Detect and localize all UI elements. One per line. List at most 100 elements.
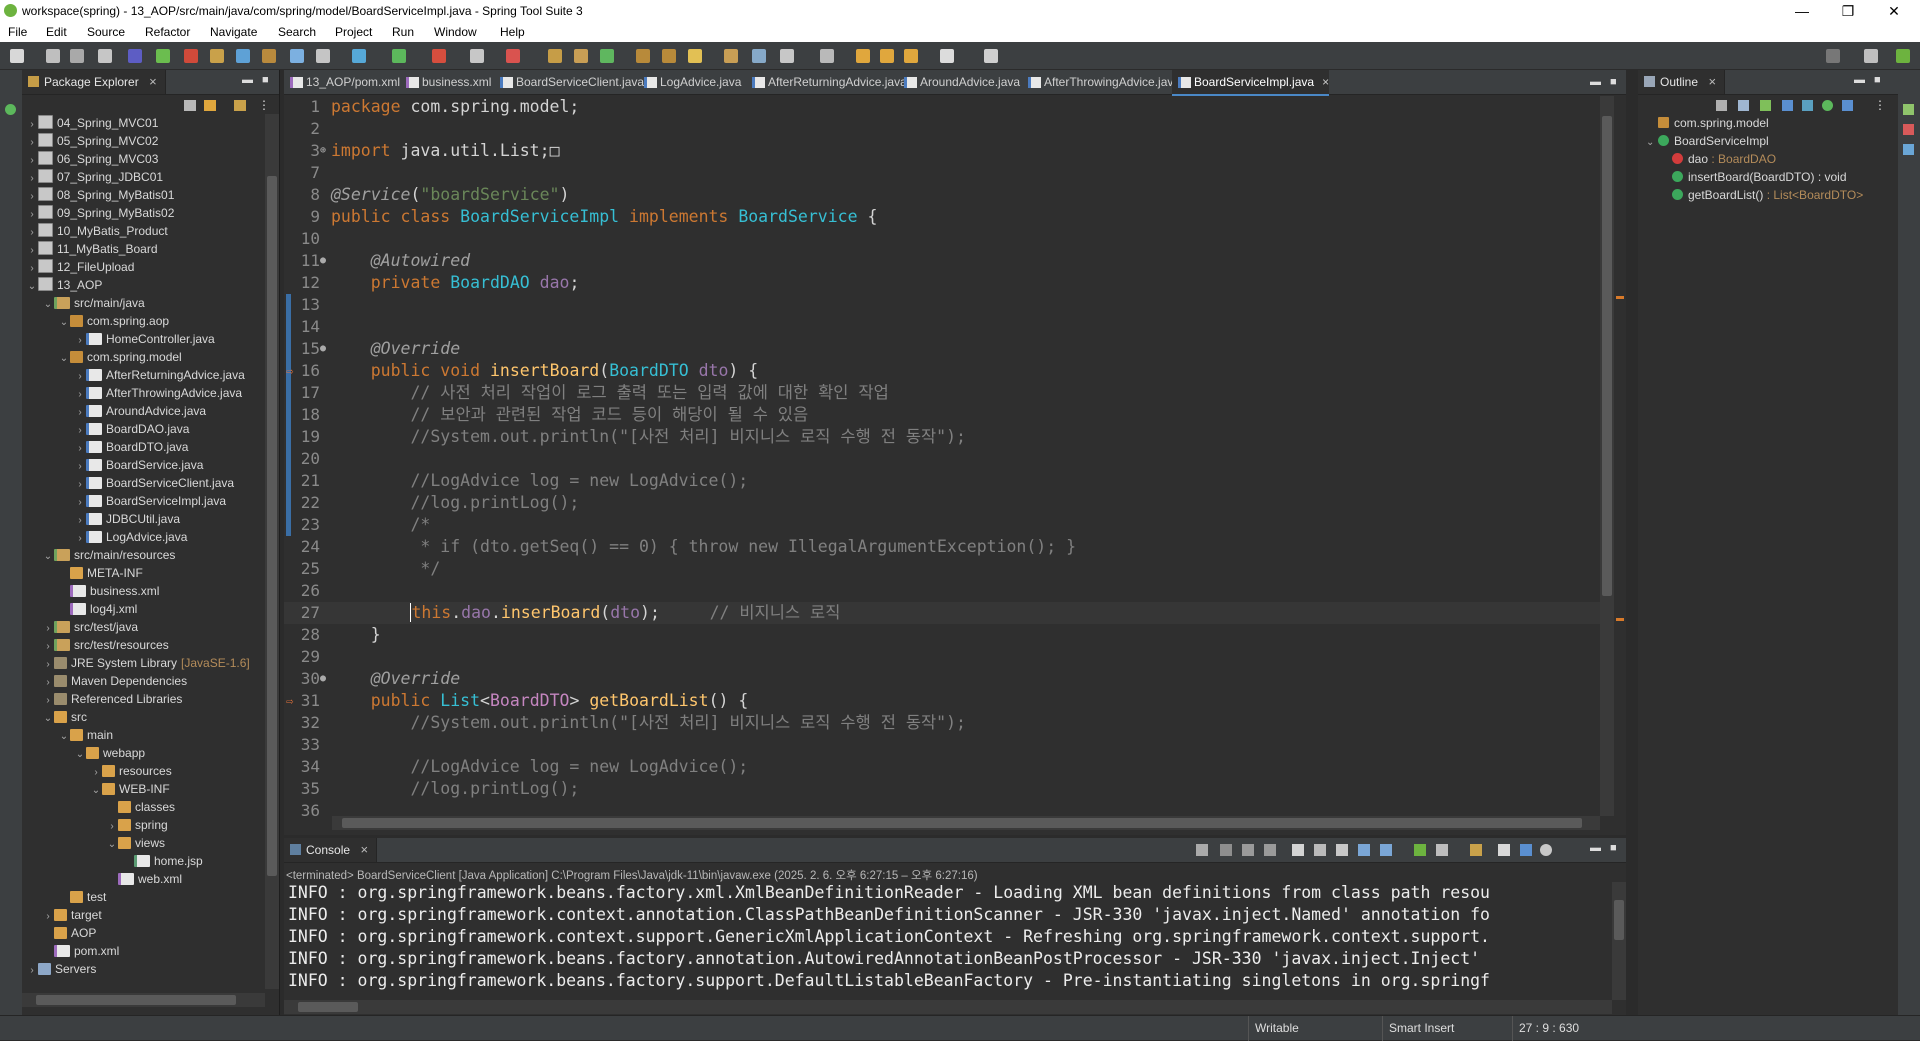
console-scrollbar[interactable] bbox=[1612, 882, 1626, 1000]
boot-dashboard-icon[interactable] bbox=[156, 49, 170, 63]
tree-item[interactable]: › 09_Spring_MyBatis02 bbox=[22, 204, 174, 222]
external-tools-icon[interactable] bbox=[432, 49, 446, 63]
code-line[interactable]: 9 public class BoardServiceImpl implement… bbox=[284, 206, 1600, 228]
tab-editor-file[interactable]: AfterThrowingAdvice.java bbox=[1022, 70, 1180, 94]
maximize-icon[interactable]: ■ bbox=[262, 74, 269, 86]
tab-editor-file[interactable]: AroundAdvice.java bbox=[898, 70, 1020, 94]
tree-item[interactable]: log4j.xml bbox=[22, 600, 137, 618]
code-line[interactable]: 18 // 보안과 관련된 작업 코드 등이 해당이 될 수 있음 bbox=[284, 404, 1600, 426]
open-task-icon[interactable] bbox=[262, 49, 276, 63]
close-icon[interactable]: × bbox=[1708, 70, 1716, 94]
code-line[interactable]: 28 } bbox=[284, 624, 1600, 646]
editor-scrollbar-thumb[interactable] bbox=[1602, 116, 1612, 596]
menu-edit[interactable]: Edit bbox=[46, 25, 67, 39]
open-folder-icon[interactable] bbox=[636, 49, 650, 63]
save-all-icon[interactable] bbox=[70, 49, 84, 63]
hscrollbar-thumb[interactable] bbox=[36, 995, 236, 1005]
console-scrollbar-thumb[interactable] bbox=[1614, 900, 1624, 940]
code-line[interactable]: 21 //LogAdvice log = new LogAdvice(); bbox=[284, 470, 1600, 492]
tree-item[interactable]: › resources bbox=[22, 762, 171, 780]
outline-item[interactable]: dao : BoardDAO bbox=[1660, 150, 1776, 168]
save-icon[interactable] bbox=[46, 49, 60, 63]
stop-icon[interactable] bbox=[470, 49, 484, 63]
code-line[interactable]: 32 //System.out.println("[사전 처리] 비지니스 로직… bbox=[284, 712, 1600, 734]
previous-edit-icon[interactable] bbox=[904, 49, 918, 63]
tab-outline[interactable]: Outline × bbox=[1638, 70, 1726, 94]
outline-item[interactable]: ⌄ BoardServiceImpl bbox=[1646, 132, 1769, 150]
collapse-arrow-icon[interactable]: ⌄ bbox=[1646, 134, 1658, 152]
tree-item[interactable]: AOP bbox=[22, 924, 96, 942]
console-settings-icon[interactable] bbox=[1540, 844, 1552, 856]
minimize-icon[interactable]: ▬ bbox=[242, 74, 253, 86]
code-line[interactable]: 27 this.dao.inserBoard(dto); // 비지니스 로직 bbox=[284, 602, 1600, 624]
terminate-console-icon[interactable] bbox=[1220, 844, 1232, 856]
code-line[interactable]: 22 //log.printLog(); bbox=[284, 492, 1600, 514]
scrollbar-thumb[interactable] bbox=[267, 176, 277, 876]
code-line[interactable]: 24 * if (dto.getSeq() == 0) { throw new … bbox=[284, 536, 1600, 558]
code-line[interactable]: 15 ● @Override bbox=[284, 338, 1600, 360]
editor-hscrollbar-thumb[interactable] bbox=[342, 818, 1582, 828]
close-button[interactable]: ✕ bbox=[1872, 1, 1916, 21]
code-line[interactable]: 33 bbox=[284, 734, 1600, 756]
close-icon[interactable]: × bbox=[149, 70, 157, 94]
fold-icon[interactable]: ● bbox=[320, 668, 326, 690]
code-line[interactable]: 29 bbox=[284, 646, 1600, 668]
task-list-icon[interactable] bbox=[1903, 104, 1914, 115]
remove-all-terminated-icon[interactable] bbox=[1242, 844, 1254, 856]
display-console-icon[interactable] bbox=[1436, 844, 1448, 856]
tree-item[interactable]: › JRE System Library [JavaSE-1.6] bbox=[22, 654, 249, 672]
status-insert-mode[interactable]: Smart Insert bbox=[1382, 1016, 1517, 1041]
menu-window[interactable]: Window bbox=[434, 25, 477, 39]
code-line[interactable]: 12 private BoardDAO dao; bbox=[284, 272, 1600, 294]
editor-scrollbar[interactable] bbox=[1600, 96, 1614, 816]
open-resource-icon[interactable] bbox=[724, 49, 738, 63]
expand-arrow-icon[interactable]: › bbox=[26, 962, 38, 980]
code-line[interactable]: 30 ● @Override bbox=[284, 668, 1600, 690]
console-hscrollbar-thumb[interactable] bbox=[298, 1002, 358, 1012]
close-icon[interactable]: × bbox=[360, 838, 368, 862]
tree-item[interactable]: › spring bbox=[22, 816, 167, 834]
print-icon[interactable] bbox=[98, 49, 112, 63]
restore-button[interactable]: ❐ bbox=[1826, 1, 1870, 21]
code-line[interactable]: 16 ⇨ public void insertBoard(BoardDTO dto… bbox=[284, 360, 1600, 382]
tree-item[interactable]: › BoardServiceImpl.java bbox=[22, 492, 226, 510]
tree-item[interactable]: › 12_FileUpload bbox=[22, 258, 134, 276]
copy-icon[interactable] bbox=[1498, 844, 1510, 856]
code-line[interactable]: 13 bbox=[284, 294, 1600, 316]
tree-item[interactable]: › 11_MyBatis_Board bbox=[22, 240, 158, 258]
tree-item[interactable]: › AfterThrowingAdvice.java bbox=[22, 384, 242, 402]
tab-editor-file[interactable]: business.xml bbox=[400, 70, 491, 94]
debug-icon[interactable] bbox=[352, 49, 366, 63]
close-icon[interactable]: × bbox=[1322, 75, 1329, 89]
outline-item[interactable]: com.spring.model bbox=[1646, 114, 1769, 132]
tab-package-explorer[interactable]: Package Explorer × bbox=[22, 70, 166, 94]
problems-icon[interactable] bbox=[1903, 124, 1914, 135]
tree-item[interactable]: › BoardService.java bbox=[22, 456, 203, 474]
package-explorer-hscrollbar[interactable] bbox=[22, 993, 265, 1007]
code-line[interactable]: 14 bbox=[284, 316, 1600, 338]
console-output[interactable]: INFO : org.springframework.beans.factory… bbox=[284, 882, 1612, 1000]
remove-launch-icon[interactable] bbox=[1196, 844, 1208, 856]
tree-item[interactable]: › target bbox=[22, 906, 101, 924]
console-hscrollbar[interactable] bbox=[284, 1000, 1612, 1014]
collapse-all-icon[interactable] bbox=[184, 100, 196, 111]
open-project-icon[interactable] bbox=[662, 49, 676, 63]
code-line[interactable]: 17 // 사전 처리 작업이 로그 출력 또는 입력 값에 대한 확인 작업 bbox=[284, 382, 1600, 404]
pin-icon[interactable] bbox=[820, 49, 834, 63]
tree-item[interactable]: › Maven Dependencies bbox=[22, 672, 187, 690]
view-menu-icon[interactable]: ⋮ bbox=[258, 98, 270, 112]
tree-item[interactable]: classes bbox=[22, 798, 175, 816]
tree-item[interactable]: › BoardDTO.java bbox=[22, 438, 188, 456]
outline-item[interactable]: insertBoard(BoardDTO) : void bbox=[1660, 168, 1847, 186]
menu-file[interactable]: File bbox=[8, 25, 27, 39]
tree-item[interactable]: ⌄ views bbox=[22, 834, 165, 852]
tree-item[interactable]: META-INF bbox=[22, 564, 143, 582]
tree-item[interactable]: › AfterReturningAdvice.java bbox=[22, 366, 244, 384]
maximize-icon[interactable]: ■ bbox=[1874, 74, 1881, 86]
code-line[interactable]: 25 */ bbox=[284, 558, 1600, 580]
tab-editor-file[interactable]: LogAdvice.java bbox=[638, 70, 741, 94]
console-maximize-icon[interactable]: ■ bbox=[1610, 842, 1617, 854]
overview-marker[interactable] bbox=[1616, 296, 1624, 299]
code-editor[interactable]: 1 package com.spring.model; 2 3 ⊕ import java… bbox=[284, 96, 1600, 816]
menu-navigate[interactable]: Navigate bbox=[210, 25, 257, 39]
